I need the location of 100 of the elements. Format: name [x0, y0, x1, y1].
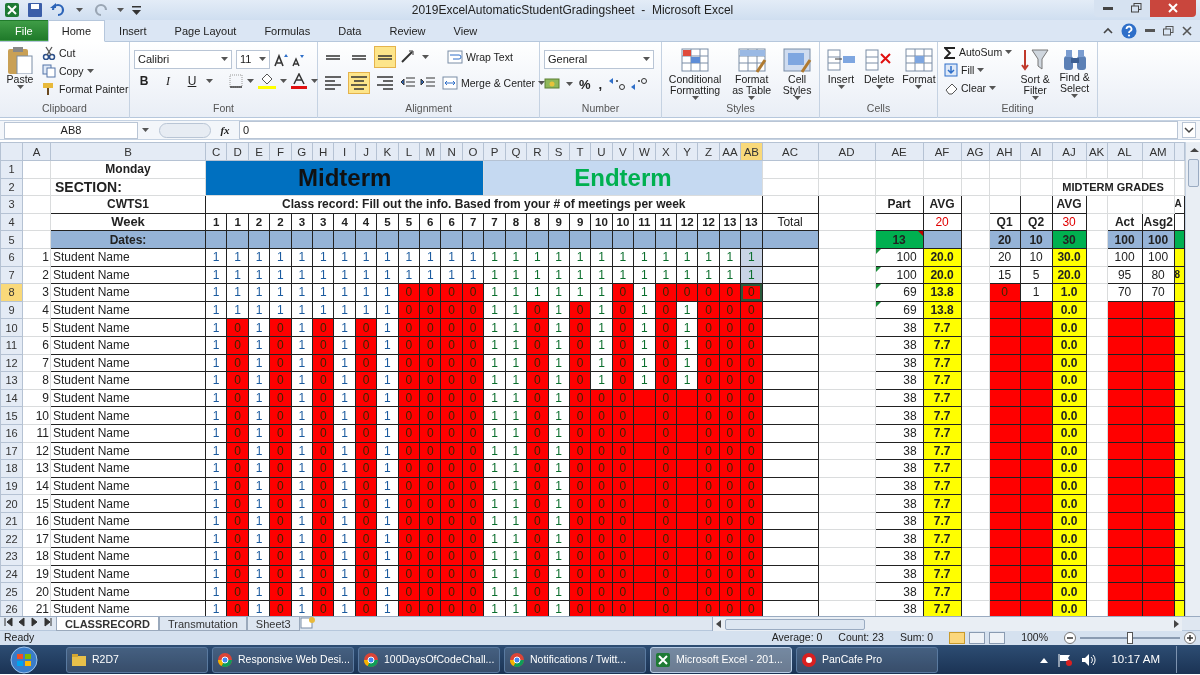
- column-header[interactable]: F: [269, 142, 292, 161]
- zoom-slider[interactable]: [1080, 632, 1180, 644]
- column-header[interactable]: AB: [740, 142, 763, 161]
- column-header[interactable]: U: [590, 142, 613, 161]
- column-header[interactable]: Q: [505, 142, 527, 161]
- formula-field[interactable]: 0: [239, 121, 1178, 139]
- ribbon-button[interactable]: Format: [900, 46, 938, 103]
- column-header[interactable]: V: [612, 142, 634, 161]
- insert-function-label[interactable]: fx: [215, 121, 235, 139]
- column-header[interactable]: M: [419, 142, 441, 161]
- name-box[interactable]: AB8: [4, 121, 138, 139]
- taskbar-button[interactable]: Microsoft Excel - 201...: [650, 646, 792, 673]
- ribbon-button[interactable]: Fill: [942, 63, 1015, 77]
- column-header[interactable]: AH: [989, 142, 1021, 161]
- column-header[interactable]: N: [440, 142, 463, 161]
- flag-icon[interactable]: [1057, 652, 1074, 667]
- ribbon-tab[interactable]: View: [439, 20, 492, 41]
- center-icon[interactable]: [348, 72, 370, 94]
- speaker-icon[interactable]: [1081, 652, 1098, 667]
- excel-logo-icon[interactable]: [4, 2, 20, 18]
- next-sheet-icon[interactable]: [30, 617, 39, 627]
- scrollbar-thumb[interactable]: [725, 618, 865, 630]
- column-header[interactable]: G: [291, 142, 313, 161]
- column-header[interactable]: S: [548, 142, 570, 161]
- ribbon-button[interactable]: Insert: [824, 46, 858, 103]
- slider-thumb[interactable]: [1127, 632, 1133, 644]
- sheet-tab[interactable]: Sheet3: [246, 617, 300, 631]
- collapse-ribbon-icon[interactable]: [1103, 27, 1113, 34]
- column-header[interactable]: C: [205, 142, 227, 161]
- ribbon-tab[interactable]: File: [0, 20, 48, 41]
- ribbon-button[interactable]: Wrap Text: [445, 50, 515, 64]
- ribbon-button[interactable]: Delete: [862, 46, 897, 103]
- column-header[interactable]: K: [376, 142, 399, 161]
- column-header[interactable]: X: [655, 142, 677, 161]
- column-header[interactable]: AE: [875, 142, 924, 161]
- column-header[interactable]: O: [462, 142, 484, 161]
- restore-button[interactable]: [1122, 0, 1150, 17]
- sheet-tab[interactable]: Transmutation: [158, 617, 247, 631]
- sheet-tab[interactable]: CLASSRECORD: [56, 617, 159, 631]
- decrease-indent-icon[interactable]: [400, 76, 416, 90]
- shrink-font-icon[interactable]: [292, 52, 304, 67]
- column-header[interactable]: AF: [923, 142, 962, 161]
- column-header[interactable]: AM: [1142, 142, 1175, 161]
- column-header[interactable]: AL: [1107, 142, 1143, 161]
- taskbar-button[interactable]: Responsive Web Desi...: [212, 646, 354, 673]
- number-style-button[interactable]: ,: [596, 77, 605, 91]
- expand-formula-bar-icon[interactable]: [1182, 122, 1196, 138]
- column-header[interactable]: AA: [719, 142, 741, 161]
- column-header[interactable]: B: [50, 142, 206, 161]
- formula-divider-handle[interactable]: [159, 122, 211, 138]
- column-header[interactable]: P: [483, 142, 506, 161]
- close-button[interactable]: [1150, 0, 1196, 17]
- column-header[interactable]: E: [248, 142, 270, 161]
- taskbar-button[interactable]: R2D7: [66, 646, 208, 673]
- format-toggle[interactable]: U: [182, 74, 202, 88]
- number-format-field[interactable]: General: [544, 50, 654, 69]
- currency-icon[interactable]: [544, 77, 562, 91]
- zoom-level[interactable]: 100%: [1021, 630, 1048, 646]
- column-header[interactable]: AD: [818, 142, 876, 161]
- column-header[interactable]: W: [633, 142, 656, 161]
- ribbon-tab[interactable]: Insert: [105, 20, 161, 41]
- ribbon-button[interactable]: Find & Select: [1056, 46, 1093, 103]
- column-header[interactable]: H: [312, 142, 334, 161]
- save-icon[interactable]: [28, 3, 42, 17]
- column-header[interactable]: A: [22, 142, 51, 161]
- font-color-icon[interactable]: [291, 73, 307, 89]
- column-header[interactable]: L: [398, 142, 420, 161]
- taskbar-button[interactable]: 100DaysOfCodeChall...: [358, 646, 500, 673]
- ribbon-button[interactable]: Conditional Formatting: [666, 46, 725, 103]
- ribbon-button[interactable]: Paste: [4, 46, 36, 103]
- column-header[interactable]: Y: [676, 142, 698, 161]
- zoom-in-icon[interactable]: [1184, 632, 1196, 644]
- grow-font-icon[interactable]: [274, 52, 288, 67]
- customize-toolbar-icon[interactable]: [132, 4, 141, 16]
- column-header[interactable]: D: [226, 142, 249, 161]
- column-header[interactable]: I: [333, 142, 356, 161]
- ribbon-button[interactable]: Merge & Center: [440, 76, 548, 90]
- align-bottom-icon[interactable]: [374, 46, 396, 68]
- column-header[interactable]: AG: [961, 142, 990, 161]
- ribbon-tab[interactable]: Formulas: [250, 20, 325, 41]
- ribbon-tab[interactable]: Data: [324, 20, 376, 41]
- column-header[interactable]: R: [526, 142, 548, 161]
- clock[interactable]: 10:17 AM: [1111, 650, 1160, 669]
- previous-sheet-icon[interactable]: [17, 617, 26, 627]
- scrollbar-thumb[interactable]: [1187, 159, 1199, 187]
- column-header[interactable]: AK: [1086, 142, 1108, 161]
- increase-indent-icon[interactable]: [420, 76, 436, 90]
- number-style-button[interactable]: %: [577, 77, 593, 91]
- ribbon-button[interactable]: Cut: [40, 46, 131, 60]
- first-sheet-icon[interactable]: [4, 617, 13, 627]
- help-icon[interactable]: [1121, 22, 1137, 39]
- fill-color-icon[interactable]: [258, 73, 276, 89]
- ribbon-button[interactable]: Clear: [942, 81, 1015, 95]
- zoom-out-icon[interactable]: [1064, 632, 1076, 644]
- ribbon-button[interactable]: Format Painter: [40, 82, 131, 96]
- decrease-decimal-icon[interactable]: [608, 77, 627, 91]
- ribbon-button[interactable]: Sort & Filter: [1018, 46, 1053, 103]
- column-header[interactable]: T: [569, 142, 591, 161]
- column-header[interactable]: AI: [1020, 142, 1053, 161]
- ribbon-tab[interactable]: Page Layout: [160, 20, 251, 41]
